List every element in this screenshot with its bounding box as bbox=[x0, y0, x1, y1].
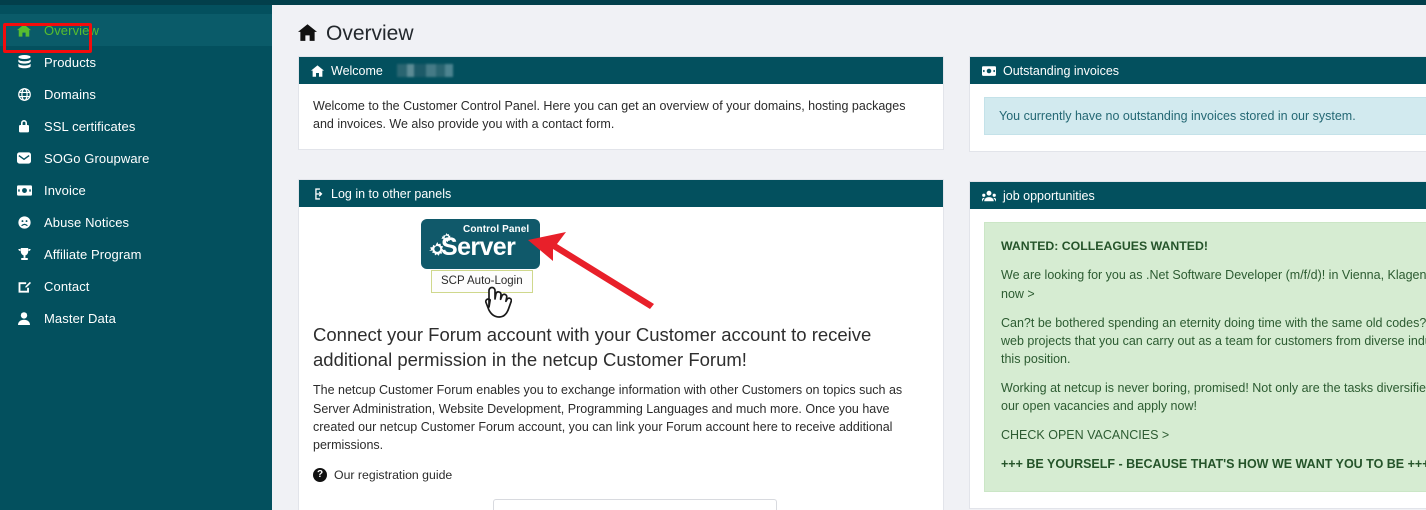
invoices-panel-header: Outstanding invoices bbox=[970, 57, 1426, 84]
jobs-heading: WANTED: COLLEAGUES WANTED! bbox=[1001, 239, 1208, 253]
login-other-panels-panel: Log in to other panels Control Panel Ser… bbox=[298, 179, 944, 510]
jobs-p1-line2: now > bbox=[1001, 286, 1035, 301]
page-title-text: Overview bbox=[326, 22, 414, 45]
welcome-panel-body: Welcome to the Customer Control Panel. H… bbox=[299, 84, 943, 149]
database-icon bbox=[14, 54, 34, 70]
sidebar-item-label: Domains bbox=[44, 86, 96, 102]
sidebar-item-overview[interactable]: Overview bbox=[0, 14, 272, 46]
sidebar-item-label: SOGo Groupware bbox=[44, 150, 150, 166]
jobs-p2-line1: Can?t be bothered spending an eternity d… bbox=[1001, 315, 1426, 330]
sidebar-item-label: Products bbox=[44, 54, 97, 70]
invoices-panel-body: You currently have no outstanding invoic… bbox=[970, 84, 1426, 151]
forum-heading: Connect your Forum account with your Cus… bbox=[313, 324, 872, 370]
jobs-green-box: WANTED: COLLEAGUES WANTED! We are lookin… bbox=[984, 222, 1426, 492]
home-icon bbox=[298, 24, 317, 44]
main-top-stripe bbox=[272, 0, 1426, 5]
redacted-customer-name bbox=[396, 64, 453, 77]
app-root: Overview Products Domains SSL certificat… bbox=[0, 0, 1426, 510]
globe-icon bbox=[14, 86, 34, 102]
jobs-p3-line1: Working at netcup is never boring, promi… bbox=[1001, 381, 1426, 396]
check-open-vacancies-link[interactable]: CHECK OPEN VACANCIES > bbox=[1001, 426, 1426, 444]
home-icon bbox=[311, 64, 324, 77]
sign-in-icon bbox=[311, 188, 324, 200]
scp-logo-title: Server bbox=[441, 233, 516, 262]
sidebar-item-label: Contact bbox=[44, 278, 90, 294]
sidebar-item-products[interactable]: Products bbox=[0, 46, 272, 78]
envelope-icon bbox=[14, 150, 34, 166]
login-panel-body: Control Panel Server SCP Auto-Login Conn… bbox=[299, 207, 943, 510]
registration-guide-link[interactable]: ? Our registration guide bbox=[313, 467, 929, 482]
trophy-icon bbox=[14, 246, 34, 262]
jobs-p2-line3: this position. bbox=[1001, 351, 1071, 366]
lock-icon bbox=[14, 118, 34, 134]
edit-pencil-icon bbox=[14, 278, 34, 294]
sidebar-item-label: Master Data bbox=[44, 310, 116, 326]
jobs-p3-line2: our open vacancies and apply now! bbox=[1001, 399, 1197, 414]
scp-server-logo-button[interactable]: Control Panel Server bbox=[421, 219, 540, 270]
columns-wrapper: Welcome Welcome to the Customer Control … bbox=[272, 56, 1426, 510]
forum-description: The netcup Customer Forum enables you to… bbox=[313, 383, 903, 452]
no-invoices-message: You currently have no outstanding invoic… bbox=[984, 97, 1426, 135]
jobs-footer-slogan: +++ BE YOURSELF - BECAUSE THAT'S HOW WE … bbox=[1001, 457, 1426, 472]
job-opportunities-panel: job opportunities WANTED: COLLEAGUES WAN… bbox=[969, 181, 1426, 509]
main-content: Overview Welcome Welcome to the Customer… bbox=[272, 0, 1426, 510]
sidebar-item-label: Invoice bbox=[44, 182, 86, 198]
money-bill-icon bbox=[982, 65, 996, 76]
jobs-paragraph-2: Can?t be bothered spending an eternity d… bbox=[1001, 314, 1426, 368]
sidebar-item-affiliate-program[interactable]: Affiliate Program bbox=[0, 238, 272, 270]
welcome-panel-title: Welcome bbox=[331, 63, 383, 78]
sidebar-item-master-data[interactable]: Master Data bbox=[0, 302, 272, 334]
forum-account-input[interactable] bbox=[493, 498, 777, 510]
page-title: Overview bbox=[298, 22, 414, 46]
sidebar-item-abuse-notices[interactable]: Abuse Notices bbox=[0, 206, 272, 238]
invoices-panel-title: Outstanding invoices bbox=[1003, 63, 1120, 78]
outstanding-invoices-panel: Outstanding invoices You currently have … bbox=[969, 56, 1426, 152]
sidebar-item-label: SSL certificates bbox=[44, 118, 136, 134]
home-icon bbox=[14, 22, 34, 38]
registration-guide-label: Our registration guide bbox=[334, 467, 453, 482]
users-icon bbox=[982, 190, 996, 202]
sidebar-item-label: Overview bbox=[44, 22, 99, 38]
jobs-p2-line2: web projects that you can carry out as a… bbox=[1001, 333, 1426, 348]
sidebar-item-contact[interactable]: Contact bbox=[0, 270, 272, 302]
scp-login-area: Control Panel Server SCP Auto-Login bbox=[313, 207, 929, 319]
sidebar: Overview Products Domains SSL certificat… bbox=[0, 0, 272, 510]
welcome-text: Welcome to the Customer Control Panel. H… bbox=[313, 99, 906, 132]
sidebar-item-ssl-certificates[interactable]: SSL certificates bbox=[0, 110, 272, 142]
left-column: Welcome Welcome to the Customer Control … bbox=[298, 56, 944, 510]
money-bill-icon bbox=[14, 182, 34, 198]
sidebar-top-stripe bbox=[0, 0, 272, 5]
login-panel-title: Log in to other panels bbox=[331, 186, 452, 201]
sidebar-item-label: Affiliate Program bbox=[44, 246, 142, 262]
jobs-paragraph-3: Working at netcup is never boring, promi… bbox=[1001, 379, 1426, 415]
pointer-hand-cursor-icon bbox=[478, 281, 513, 321]
jobs-p1-line1: We are looking for you as .Net Software … bbox=[1001, 268, 1426, 283]
annotation-red-arrow bbox=[526, 230, 656, 310]
question-circle-icon: ? bbox=[313, 467, 327, 482]
user-icon bbox=[14, 310, 34, 326]
welcome-panel-header: Welcome bbox=[299, 57, 943, 84]
sidebar-item-sogo-groupware[interactable]: SOGo Groupware bbox=[0, 142, 272, 174]
right-column: Outstanding invoices You currently have … bbox=[969, 56, 1426, 510]
welcome-panel: Welcome Welcome to the Customer Control … bbox=[298, 56, 944, 151]
sidebar-item-domains[interactable]: Domains bbox=[0, 78, 272, 110]
jobs-panel-body: WANTED: COLLEAGUES WANTED! We are lookin… bbox=[970, 209, 1426, 508]
sidebar-item-label: Abuse Notices bbox=[44, 214, 130, 230]
frown-face-icon bbox=[14, 214, 34, 230]
jobs-panel-header: job opportunities bbox=[970, 182, 1426, 209]
jobs-panel-title: job opportunities bbox=[1003, 188, 1095, 203]
login-panel-header: Log in to other panels bbox=[299, 180, 943, 208]
sidebar-item-invoice[interactable]: Invoice bbox=[0, 174, 272, 206]
jobs-paragraph-1: We are looking for you as .Net Software … bbox=[1001, 266, 1426, 302]
